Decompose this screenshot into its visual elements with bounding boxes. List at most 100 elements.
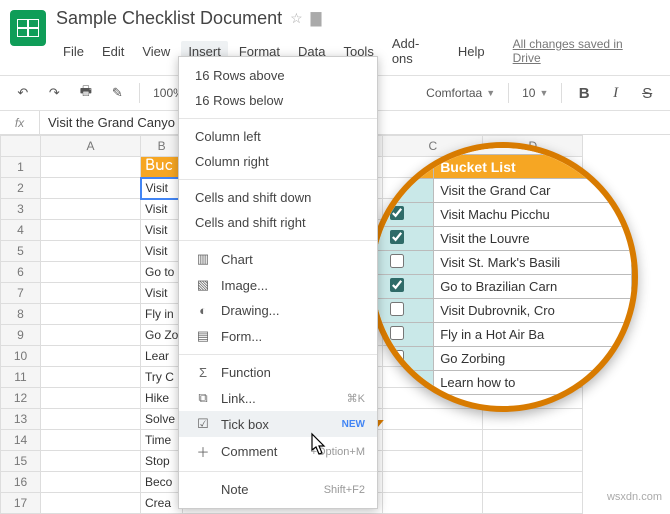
menu-form[interactable]: ▤Form... xyxy=(179,323,377,349)
cell[interactable] xyxy=(41,325,141,346)
cell[interactable] xyxy=(41,241,141,262)
checkbox[interactable] xyxy=(390,230,404,244)
cell[interactable]: Go Zo xyxy=(141,325,183,346)
cell[interactable] xyxy=(383,472,483,493)
cell[interactable] xyxy=(41,451,141,472)
cell[interactable]: Visit xyxy=(141,283,183,304)
bold-button[interactable]: B xyxy=(571,80,597,106)
cell[interactable] xyxy=(41,409,141,430)
cell[interactable] xyxy=(41,493,141,514)
col-header-B[interactable]: B xyxy=(141,136,183,157)
col-header-A[interactable]: A xyxy=(41,136,141,157)
cell[interactable]: Solve xyxy=(141,409,183,430)
cell[interactable]: Crea xyxy=(141,493,183,514)
row-header[interactable]: 4 xyxy=(1,220,41,241)
cell[interactable] xyxy=(41,472,141,493)
zoom-bucket-cell[interactable]: Visit the Grand Car xyxy=(434,179,632,203)
cell[interactable] xyxy=(41,283,141,304)
menu-cells-right[interactable]: Cells and shift right xyxy=(179,210,377,235)
row-header[interactable]: 13 xyxy=(1,409,41,430)
cell[interactable] xyxy=(483,472,583,493)
save-status[interactable]: All changes saved in Drive xyxy=(506,34,660,68)
menu-cells-down[interactable]: Cells and shift down xyxy=(179,185,377,210)
folder-icon[interactable]: ▇ xyxy=(311,10,322,27)
menu-help[interactable]: Help xyxy=(451,41,492,62)
cell[interactable] xyxy=(41,262,141,283)
menu-edit[interactable]: Edit xyxy=(95,41,131,62)
font-size-selector[interactable]: 10▼ xyxy=(518,86,552,100)
cell[interactable]: Go to xyxy=(141,262,183,283)
cell[interactable] xyxy=(41,430,141,451)
row-header[interactable]: 14 xyxy=(1,430,41,451)
zoom-bucket-cell[interactable]: Visit Machu Picchu xyxy=(434,203,632,227)
cell[interactable] xyxy=(41,346,141,367)
italic-button[interactable]: I xyxy=(603,80,629,106)
zoom-bucket-cell[interactable]: Go Zorbing xyxy=(434,347,632,371)
cell[interactable] xyxy=(41,157,141,178)
strikethrough-button[interactable]: S xyxy=(634,80,660,106)
cell[interactable]: Visit xyxy=(141,220,183,241)
menu-chart[interactable]: ▥Chart xyxy=(179,246,377,272)
cell[interactable] xyxy=(41,367,141,388)
row-header[interactable]: 10 xyxy=(1,346,41,367)
zoom-bucket-cell[interactable]: Learn how to xyxy=(434,371,632,395)
cell[interactable] xyxy=(483,493,583,514)
menu-link[interactable]: ⧉Link...⌘K xyxy=(179,385,377,411)
cell[interactable]: Visit xyxy=(141,241,183,262)
print-icon[interactable]: 🖶 xyxy=(73,80,99,106)
cell[interactable]: Hike xyxy=(141,388,183,409)
font-selector[interactable]: Comfortaa▼ xyxy=(422,86,499,100)
menu-file[interactable]: File xyxy=(56,41,91,62)
row-header[interactable]: 15 xyxy=(1,451,41,472)
menu-comment[interactable]: ＋Comment+Option+M xyxy=(179,437,377,466)
menu-drawing[interactable]: ◐Drawing... xyxy=(179,298,377,323)
menu-addons[interactable]: Add-ons xyxy=(385,33,447,69)
menu-column-right[interactable]: Column right xyxy=(179,149,377,174)
cell[interactable] xyxy=(41,199,141,220)
star-icon[interactable]: ☆ xyxy=(290,10,303,27)
cell[interactable] xyxy=(41,388,141,409)
cell[interactable]: Visit xyxy=(141,199,183,220)
cell[interactable] xyxy=(383,493,483,514)
cell[interactable]: Buc xyxy=(141,157,183,178)
menu-view[interactable]: View xyxy=(135,41,177,62)
row-header[interactable]: 17 xyxy=(1,493,41,514)
cell[interactable] xyxy=(483,430,583,451)
checkbox[interactable] xyxy=(390,374,404,388)
checkbox[interactable] xyxy=(390,302,404,316)
menu-note[interactable]: NoteShift+F2 xyxy=(179,477,377,502)
row-header[interactable]: 16 xyxy=(1,472,41,493)
cell[interactable] xyxy=(41,220,141,241)
cell[interactable]: Lear xyxy=(141,346,183,367)
menu-column-left[interactable]: Column left xyxy=(179,124,377,149)
row-header[interactable]: 3 xyxy=(1,199,41,220)
cell[interactable] xyxy=(383,409,483,430)
checkbox[interactable] xyxy=(390,326,404,340)
cell[interactable]: Visit xyxy=(141,178,183,199)
cell[interactable] xyxy=(483,451,583,472)
paint-format-icon[interactable]: ✎ xyxy=(105,80,131,106)
cell[interactable] xyxy=(383,451,483,472)
row-header[interactable]: 12 xyxy=(1,388,41,409)
menu-tickbox[interactable]: ☑Tick boxNEW xyxy=(179,411,377,437)
row-header[interactable]: 8 xyxy=(1,304,41,325)
row-header[interactable]: 1 xyxy=(1,157,41,178)
cell[interactable] xyxy=(41,304,141,325)
zoom-bucket-cell[interactable]: Visit St. Mark's Basili xyxy=(434,251,632,275)
cell[interactable]: Time xyxy=(141,430,183,451)
menu-image[interactable]: ▧Image... xyxy=(179,272,377,298)
row-header[interactable]: 7 xyxy=(1,283,41,304)
row-header[interactable]: 6 xyxy=(1,262,41,283)
zoom-bucket-cell[interactable]: Visit the Louvre xyxy=(434,227,632,251)
checkbox[interactable] xyxy=(390,206,404,220)
cell[interactable]: Beco xyxy=(141,472,183,493)
cell[interactable] xyxy=(383,430,483,451)
undo-icon[interactable]: ↶ xyxy=(10,80,36,106)
row-header[interactable]: 2 xyxy=(1,178,41,199)
cell[interactable]: Stop xyxy=(141,451,183,472)
menu-rows-below[interactable]: 16 Rows below xyxy=(179,88,377,113)
redo-icon[interactable]: ↷ xyxy=(42,80,68,106)
cell[interactable]: Fly in xyxy=(141,304,183,325)
document-title[interactable]: Sample Checklist Document xyxy=(56,8,282,29)
checkbox[interactable] xyxy=(390,254,404,268)
